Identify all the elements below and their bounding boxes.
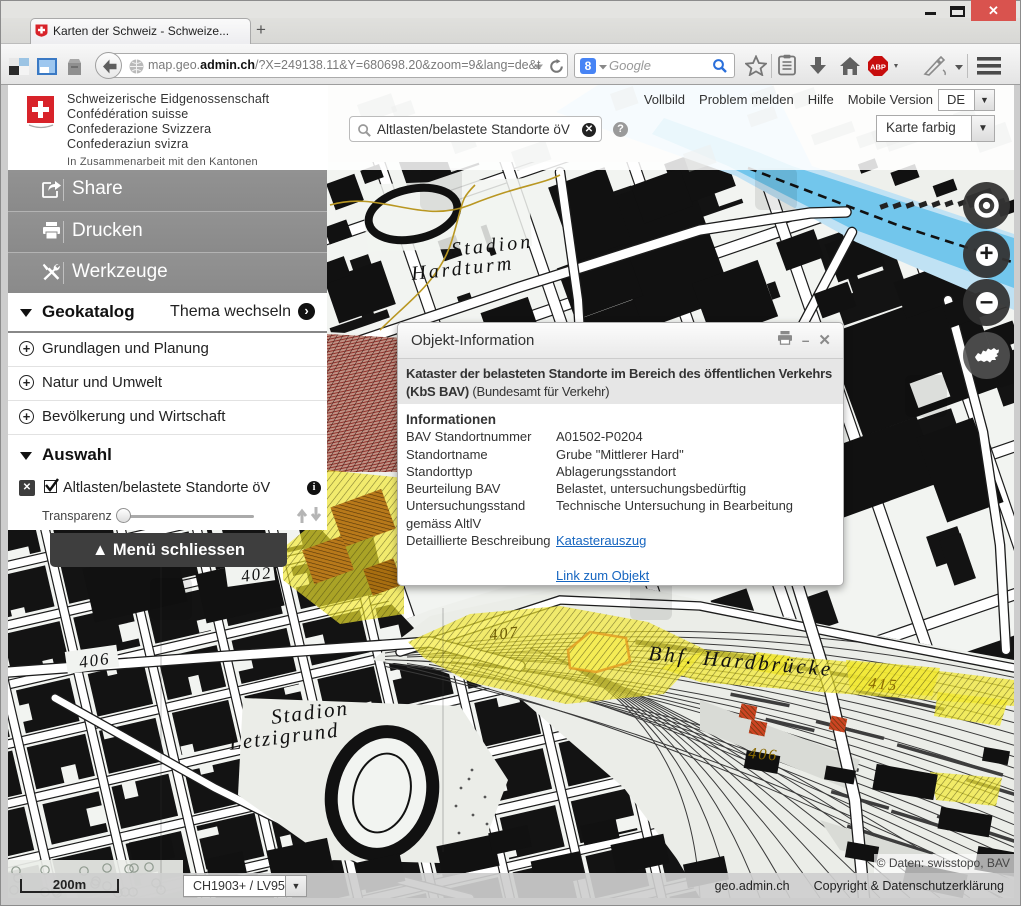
svg-text:406: 406 xyxy=(748,745,779,765)
svg-text:407: 407 xyxy=(489,624,521,644)
svg-text:415: 415 xyxy=(868,675,899,695)
svg-text:ABP: ABP xyxy=(870,63,886,72)
